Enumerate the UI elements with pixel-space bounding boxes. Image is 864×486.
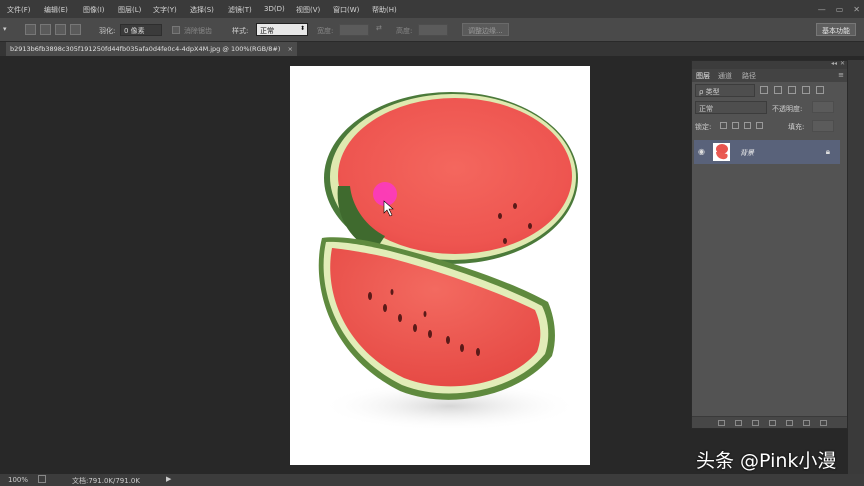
menu-select[interactable]: 选择(S) xyxy=(190,5,214,15)
menu-image[interactable]: 图像(I) xyxy=(83,5,105,15)
type-filter-icon[interactable] xyxy=(788,86,796,94)
subtract-selection-icon[interactable] xyxy=(55,24,66,35)
document-tab-title: b2913b6fb3898c305f191250fd44fb035afa0d4f… xyxy=(10,45,281,53)
layer-filter-select[interactable]: ρ 类型 xyxy=(695,84,755,97)
smart-filter-icon[interactable] xyxy=(816,86,824,94)
blend-mode-select[interactable]: 正常 xyxy=(695,101,767,114)
style-label: 样式: xyxy=(232,27,249,35)
menu-3d[interactable]: 3D(D) xyxy=(264,5,285,13)
menu-window[interactable]: 窗口(W) xyxy=(333,5,359,15)
watermark: 头条 @Pink小漫 xyxy=(696,450,837,472)
fill-label: 填充: xyxy=(788,123,805,131)
height-label: 高度: xyxy=(396,27,413,35)
width-label: 宽度: xyxy=(317,27,334,35)
tab-layers[interactable]: 图层 xyxy=(696,71,710,81)
window-controls: — ▭ ✕ xyxy=(818,0,860,18)
lock-label: 锁定: xyxy=(695,123,712,131)
fx-icon[interactable] xyxy=(735,420,742,426)
status-icon[interactable] xyxy=(38,475,46,483)
menu-type[interactable]: 文字(Y) xyxy=(153,5,177,15)
tab-channels[interactable]: 通道 xyxy=(718,71,732,81)
lock-position-icon[interactable] xyxy=(744,122,751,129)
layer-thumbnail-image xyxy=(716,144,728,160)
antialias-checkbox[interactable] xyxy=(172,26,180,34)
menu-bar: 文件(F) 编辑(E) 图像(I) 图层(L) 文字(Y) 选择(S) 滤镜(T… xyxy=(0,0,864,18)
opacity-input[interactable] xyxy=(812,101,834,113)
panel-close-icon[interactable]: ✕ xyxy=(840,60,845,67)
tab-paths[interactable]: 路径 xyxy=(742,71,756,81)
feather-label: 羽化: xyxy=(99,27,116,35)
lock-all-icon[interactable] xyxy=(756,122,763,129)
watermelon-image xyxy=(318,92,580,431)
chevron-down-icon: ⬍ xyxy=(299,25,305,32)
lock-icon: 🔒︎ xyxy=(825,147,830,156)
style-select[interactable]: 正常 ⬍ xyxy=(256,23,308,36)
tool-preset-arrow-icon[interactable]: ▾ xyxy=(3,25,7,33)
height-input[interactable] xyxy=(418,24,448,36)
layer-row-background[interactable]: ◉ 背景 🔒︎ xyxy=(694,140,840,164)
close-icon[interactable]: ✕ xyxy=(853,5,860,14)
menu-help[interactable]: 帮助(H) xyxy=(372,5,397,15)
new-selection-icon[interactable] xyxy=(25,24,36,35)
adjust-filter-icon[interactable] xyxy=(774,86,782,94)
panel-header: ◂◂ ✕ xyxy=(692,60,847,69)
document-info: 文档:791.0K/791.0K xyxy=(72,477,140,485)
link-layers-icon[interactable] xyxy=(718,420,725,426)
close-tab-icon[interactable]: × xyxy=(287,45,292,53)
antialias-label: 消除锯齿 xyxy=(184,27,212,35)
menu-layer[interactable]: 图层(L) xyxy=(118,5,141,15)
add-selection-icon[interactable] xyxy=(40,24,51,35)
add-mask-icon[interactable] xyxy=(752,420,759,426)
menu-edit[interactable]: 编辑(E) xyxy=(44,5,68,15)
status-arrow-icon[interactable]: ▶ xyxy=(166,475,171,483)
panel-menu-icon[interactable]: ≡ xyxy=(838,71,844,79)
opacity-label: 不透明度: xyxy=(772,105,803,113)
lock-pixels-icon[interactable] xyxy=(720,122,727,129)
menu-view[interactable]: 视图(V) xyxy=(296,5,320,15)
refine-edge-button[interactable]: 调整边缘... xyxy=(462,23,509,36)
pixel-filter-icon[interactable] xyxy=(760,86,768,94)
document-tab[interactable]: b2913b6fb3898c305f191250fd44fb035afa0d4f… xyxy=(6,42,297,56)
layers-panel: ◂◂ ✕ 图层 通道 路径 ≡ ρ 类型 正常 不透明度: 锁定: 填充: ◉ … xyxy=(691,60,848,429)
delete-layer-icon[interactable] xyxy=(820,420,827,426)
feather-input[interactable]: 0 像素 xyxy=(120,24,162,36)
blend-mode-value: 正常 xyxy=(699,105,713,113)
panel-tabs: 图层 通道 路径 ≡ xyxy=(692,69,847,82)
options-bar: ▾ 羽化: 0 像素 消除锯齿 样式: 正常 ⬍ 宽度: ⇄ 高度: 调整边缘.… xyxy=(0,18,864,42)
new-group-icon[interactable] xyxy=(786,420,793,426)
lock-image-icon[interactable] xyxy=(732,122,739,129)
status-bar: 100% 文档:791.0K/791.0K ▶ xyxy=(0,474,864,486)
menu-file[interactable]: 文件(F) xyxy=(7,5,31,15)
adjustment-layer-icon[interactable] xyxy=(769,420,776,426)
shape-filter-icon[interactable] xyxy=(802,86,810,94)
workspace-button[interactable]: 基本功能 xyxy=(816,23,856,36)
layer-name[interactable]: 背景 xyxy=(740,148,754,158)
document-canvas[interactable] xyxy=(290,66,590,465)
eye-icon[interactable]: ◉ xyxy=(698,147,705,156)
document-tab-bar: b2913b6fb3898c305f191250fd44fb035afa0d4f… xyxy=(0,42,864,56)
new-layer-icon[interactable] xyxy=(803,420,810,426)
layer-thumbnail xyxy=(713,143,730,161)
restore-icon[interactable]: ▭ xyxy=(836,5,844,14)
fill-input[interactable] xyxy=(812,120,834,132)
style-select-value: 正常 xyxy=(260,27,274,35)
intersect-selection-icon[interactable] xyxy=(70,24,81,35)
width-input[interactable] xyxy=(339,24,369,36)
collapse-icon[interactable]: ◂◂ xyxy=(831,60,837,67)
menu-filter[interactable]: 滤镜(T) xyxy=(228,5,252,15)
zoom-level[interactable]: 100% xyxy=(8,476,28,484)
filter-label: ρ 类型 xyxy=(699,88,720,96)
minimize-icon[interactable]: — xyxy=(818,5,826,14)
panel-footer xyxy=(692,416,847,428)
right-dock-strip xyxy=(848,60,864,475)
swap-icon[interactable]: ⇄ xyxy=(376,24,382,32)
